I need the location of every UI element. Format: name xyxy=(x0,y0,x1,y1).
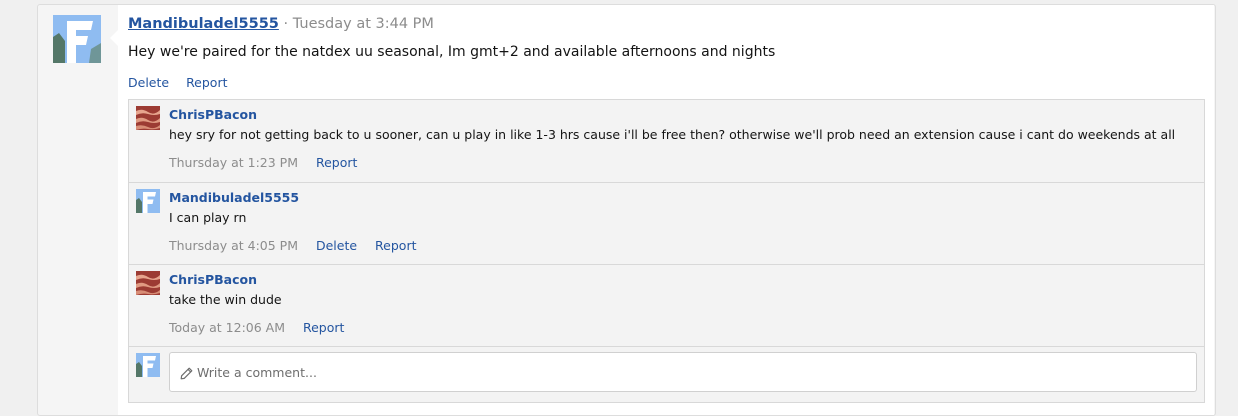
comment-author-avatar[interactable] xyxy=(136,271,160,295)
comment-author-username[interactable]: Mandibuladel5555 xyxy=(169,190,299,205)
post-report-link[interactable]: Report xyxy=(186,75,227,90)
post-timestamp[interactable]: Tuesday at 3:44 PM xyxy=(293,16,434,32)
comment-author-username[interactable]: ChrisPBacon xyxy=(169,107,257,122)
bacon-avatar-icon xyxy=(136,271,160,295)
comment-author-avatar[interactable] xyxy=(136,189,160,213)
comment-item: ChrisPBacon hey sry for not getting back… xyxy=(129,100,1204,183)
comment-text: take the win dude xyxy=(169,292,282,307)
letter-f-avatar-icon xyxy=(53,15,101,63)
reply-user-avatar xyxy=(136,353,160,377)
comment-author-avatar[interactable] xyxy=(136,106,160,130)
comment-timestamp[interactable]: Today at 12:06 AM xyxy=(169,320,285,335)
comment-delete-link[interactable]: Delete xyxy=(316,238,357,253)
comment-report-link[interactable]: Report xyxy=(303,320,344,335)
comment-item: Mandibuladel5555 I can play rn Thursday … xyxy=(129,183,1204,265)
comment-timestamp[interactable]: Thursday at 4:05 PM xyxy=(169,238,298,253)
speech-arrow xyxy=(110,30,118,46)
post-message: Hey we're paired for the natdex uu seaso… xyxy=(128,44,776,60)
comment-item: ChrisPBacon take the win dude Today at 1… xyxy=(129,265,1204,347)
comment-meta: Thursday at 4:05 PM Delete Report xyxy=(169,238,430,253)
post-header: Mandibuladel5555 · Tuesday at 3:44 PM xyxy=(128,16,434,32)
comments-list: ChrisPBacon hey sry for not getting back… xyxy=(128,99,1205,403)
letter-f-avatar-icon xyxy=(136,189,160,213)
post-header-separator: · xyxy=(283,16,289,32)
post-author-avatar[interactable] xyxy=(53,15,101,63)
comment-meta: Thursday at 1:23 PM Report xyxy=(169,155,371,170)
post-author-username[interactable]: Mandibuladel5555 xyxy=(128,16,279,32)
comment-report-link[interactable]: Report xyxy=(316,155,357,170)
letter-f-avatar-icon xyxy=(136,353,160,377)
comment-text: hey sry for not getting back to u sooner… xyxy=(169,127,1176,142)
comment-input[interactable]: Write a comment... xyxy=(169,352,1197,392)
comment-input-placeholder: Write a comment... xyxy=(197,365,317,380)
comment-meta: Today at 12:06 AM Report xyxy=(169,320,358,335)
post-delete-link[interactable]: Delete xyxy=(128,75,169,90)
comment-timestamp[interactable]: Thursday at 1:23 PM xyxy=(169,155,298,170)
bacon-avatar-icon xyxy=(136,106,160,130)
pencil-icon xyxy=(180,365,193,384)
comment-report-link[interactable]: Report xyxy=(375,238,416,253)
comment-author-username[interactable]: ChrisPBacon xyxy=(169,272,257,287)
comment-text: I can play rn xyxy=(169,210,247,225)
post-actions: Delete Report xyxy=(128,75,241,90)
